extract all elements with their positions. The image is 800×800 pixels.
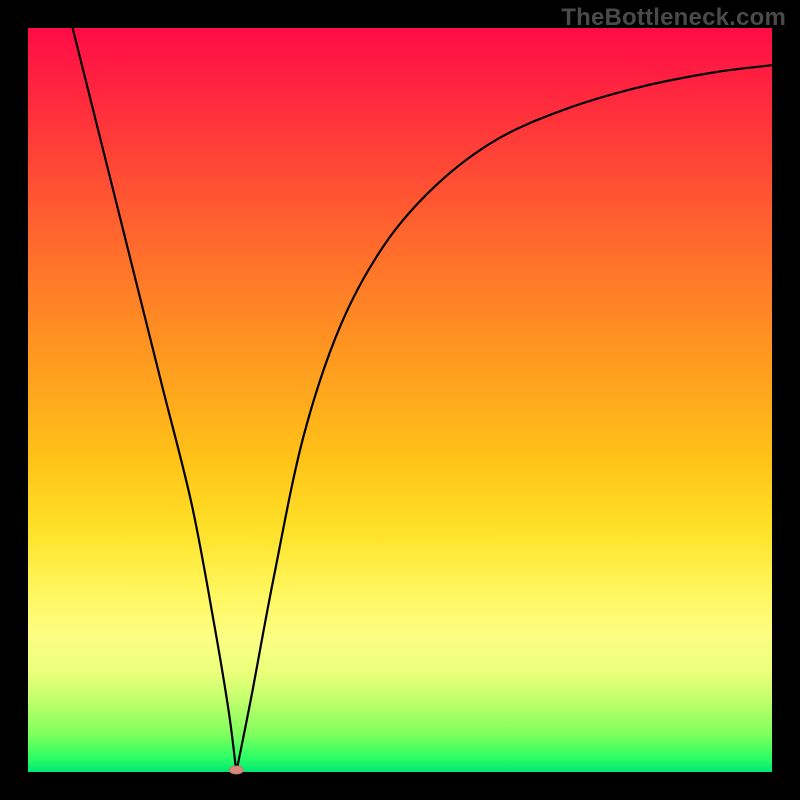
- chart-frame: TheBottleneck.com: [0, 0, 800, 800]
- curve-line: [73, 28, 772, 772]
- minimum-marker: [229, 766, 243, 774]
- bottleneck-curve: [28, 28, 772, 772]
- plot-area: [28, 28, 772, 772]
